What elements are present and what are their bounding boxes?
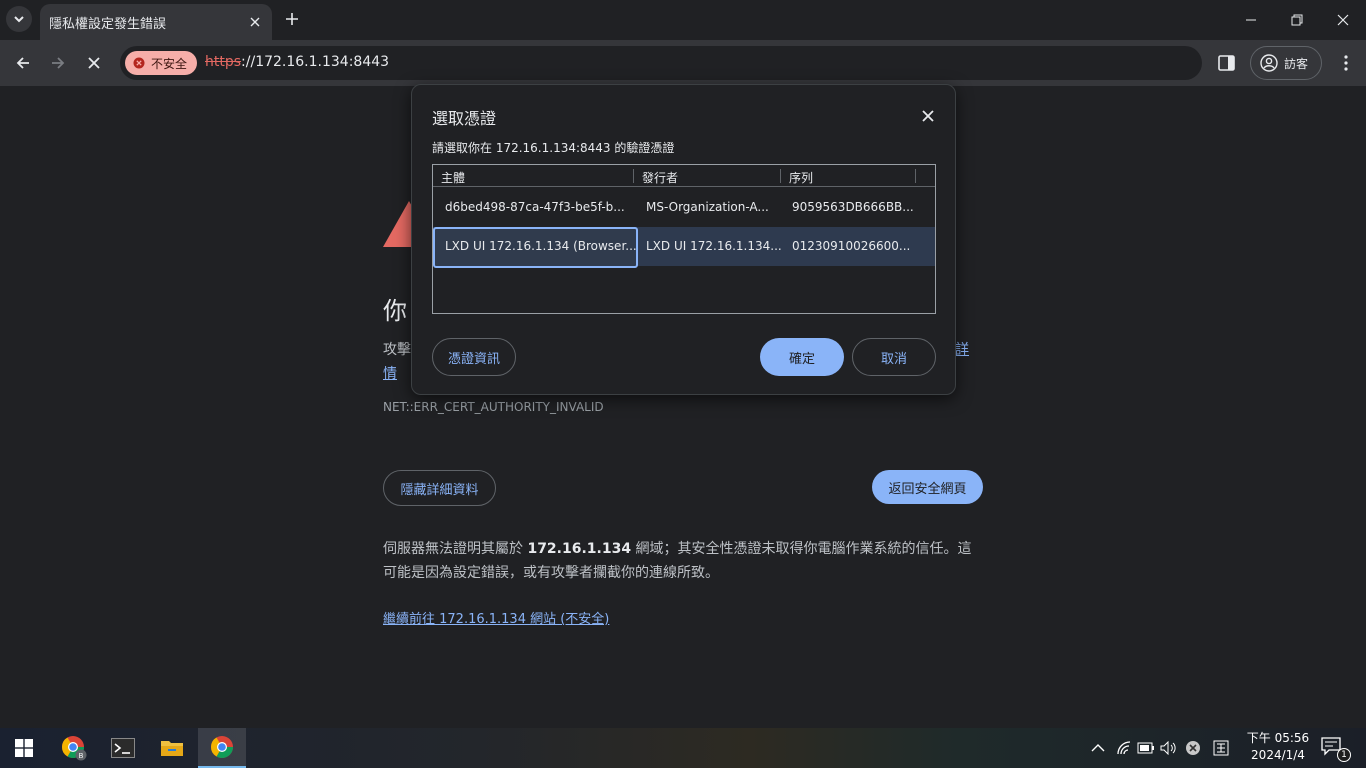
ok-button[interactable]: 確定 xyxy=(760,338,844,376)
taskbar-clock[interactable]: 下午 05:56 2024/1/4 xyxy=(1238,730,1318,764)
x-circle-icon xyxy=(1186,741,1200,755)
toolbar: 不安全 https://172.16.1.134:8443 訪客 xyxy=(0,40,1366,86)
table-header: 主體 發行者 序列 xyxy=(433,165,935,187)
cancel-button[interactable]: 取消 xyxy=(852,338,936,376)
volume-icon xyxy=(1160,741,1176,755)
close-icon xyxy=(88,57,100,69)
cell-subject: LXD UI 172.16.1.134 (Browser... xyxy=(445,239,637,253)
certificate-info-button[interactable]: 憑證資訊 xyxy=(432,338,516,376)
start-button[interactable] xyxy=(0,728,48,768)
tab-strip: 隱私權設定發生錯誤 xyxy=(0,0,1366,40)
cell-serial: 01230910026600... xyxy=(792,239,911,253)
tray-input-method[interactable] xyxy=(1211,738,1231,758)
back-to-safety-button[interactable]: 返回安全網頁 xyxy=(872,470,983,504)
minimize-button[interactable] xyxy=(1228,0,1274,40)
tray-status-x[interactable] xyxy=(1183,738,1203,758)
new-tab-button[interactable] xyxy=(281,8,303,30)
active-tab[interactable]: 隱私權設定發生錯誤 xyxy=(40,4,272,40)
side-panel-icon xyxy=(1218,55,1235,71)
cell-serial: 9059563DB666BB... xyxy=(792,200,914,214)
certificate-table: 主體 發行者 序列 d6bed498-87ca-47f3-be5f-b... M… xyxy=(432,164,936,314)
table-row-selected[interactable]: LXD UI 172.16.1.134 (Browser... LXD UI 1… xyxy=(433,227,935,268)
column-divider[interactable] xyxy=(780,169,781,183)
profile-button[interactable]: 訪客 xyxy=(1250,46,1322,80)
profile-label: 訪客 xyxy=(1284,56,1309,71)
explanation-host: 172.16.1.134 xyxy=(527,541,632,557)
url-scheme: https xyxy=(205,54,242,70)
error-code: NET::ERR_CERT_AUTHORITY_INVALID xyxy=(383,400,604,414)
guest-avatar-icon xyxy=(1260,54,1278,72)
taskbar-terminal[interactable] xyxy=(99,728,147,768)
taskbar-file-explorer[interactable] xyxy=(148,728,196,768)
chevron-down-icon xyxy=(14,16,24,23)
tab-title: 隱私權設定發生錯誤 xyxy=(49,16,167,32)
windows-logo-icon xyxy=(15,739,33,757)
chevron-up-icon xyxy=(1091,744,1105,752)
input-method-icon xyxy=(1213,740,1229,756)
column-header-issuer[interactable]: 發行者 xyxy=(642,169,678,186)
clock-date: 2024/1/4 xyxy=(1251,748,1305,762)
wifi-icon xyxy=(1117,741,1131,755)
cell-subject: d6bed498-87ca-47f3-be5f-b... xyxy=(445,200,625,214)
back-button[interactable] xyxy=(8,48,38,78)
tray-volume[interactable] xyxy=(1159,738,1179,758)
security-chip[interactable]: 不安全 xyxy=(125,51,197,75)
close-icon xyxy=(1337,14,1349,26)
restore-icon xyxy=(1291,14,1303,26)
table-row[interactable]: d6bed498-87ca-47f3-be5f-b... MS-Organiza… xyxy=(433,188,935,227)
column-divider[interactable] xyxy=(633,169,634,183)
page-heading: 你 xyxy=(383,297,407,325)
column-divider[interactable] xyxy=(915,169,916,183)
terminal-icon xyxy=(111,738,135,758)
taskbar-chrome[interactable] xyxy=(198,728,246,768)
close-icon xyxy=(250,17,260,27)
arrow-right-icon xyxy=(52,57,65,69)
tab-close-button[interactable] xyxy=(244,11,266,33)
tray-overflow-button[interactable] xyxy=(1088,738,1108,758)
folder-icon xyxy=(161,741,183,756)
close-window-button[interactable] xyxy=(1320,0,1366,40)
chrome-profile-icon: B xyxy=(62,736,87,761)
notification-count-badge: 1 xyxy=(1337,748,1351,762)
taskbar: B 下午 05:56 2024/1/4 1 xyxy=(0,728,1366,768)
dialog-close-button[interactable] xyxy=(917,105,939,127)
side-panel-button[interactable] xyxy=(1216,52,1238,74)
plus-icon xyxy=(286,13,298,25)
kebab-menu-icon xyxy=(1344,55,1348,71)
address-bar[interactable]: 不安全 https://172.16.1.134:8443 xyxy=(120,46,1202,80)
svg-text:B: B xyxy=(79,753,84,760)
cell-issuer: LXD UI 172.16.1.134... xyxy=(646,239,782,253)
close-icon xyxy=(922,110,934,122)
browser-menu-button[interactable] xyxy=(1332,48,1360,78)
clock-time: 下午 05:56 xyxy=(1246,731,1310,745)
dialog-title: 選取憑證 xyxy=(432,109,497,128)
tray-battery[interactable] xyxy=(1136,738,1156,758)
cell-issuer: MS-Organization-A... xyxy=(646,200,769,214)
chrome-icon xyxy=(211,736,233,758)
explanation-text: 伺服器無法證明其屬於 172.16.1.134 網域；其安全性憑證未取得你電腦作… xyxy=(383,537,983,585)
arrow-left-icon xyxy=(16,57,29,69)
minimize-icon xyxy=(1246,19,1256,21)
dialog-subtitle: 請選取你在 172.16.1.134:8443 的驗證憑證 xyxy=(432,141,675,155)
restore-button[interactable] xyxy=(1274,0,1320,40)
explanation-pre: 伺服器無法證明其屬於 xyxy=(383,541,523,557)
url-host: ://172.16.1.134:8443 xyxy=(241,54,390,70)
column-header-serial[interactable]: 序列 xyxy=(789,169,813,186)
tab-search-button[interactable] xyxy=(6,6,32,32)
hide-details-button[interactable]: 隱藏詳細資料 xyxy=(383,470,496,506)
forward-button[interactable] xyxy=(43,48,73,78)
select-certificate-dialog: 選取憑證 請選取你在 172.16.1.134:8443 的驗證憑證 主體 發行… xyxy=(411,84,956,395)
proceed-unsafe-link[interactable]: 繼續前往 172.16.1.134 網站 (不安全) xyxy=(383,608,609,627)
stop-loading-button[interactable] xyxy=(79,48,109,78)
security-chip-label: 不安全 xyxy=(151,56,188,71)
column-header-subject[interactable]: 主體 xyxy=(441,169,465,186)
warning-circle-icon xyxy=(133,57,145,69)
url-text: https://172.16.1.134:8443 xyxy=(205,54,389,70)
taskbar-chrome-profile[interactable]: B xyxy=(50,728,98,768)
details-link[interactable]: 詳 xyxy=(955,338,969,362)
details-link-continued[interactable]: 情 xyxy=(383,362,397,386)
tray-network[interactable] xyxy=(1114,738,1134,758)
battery-icon xyxy=(1137,742,1154,754)
